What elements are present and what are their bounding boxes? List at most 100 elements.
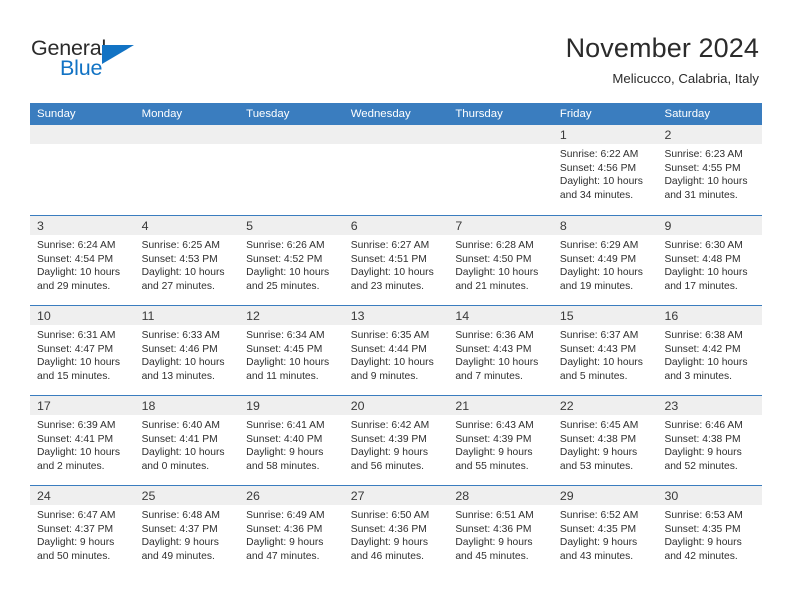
daylight-duration-line1: Daylight: 10 hours xyxy=(664,267,748,279)
daylight-duration-line1: Daylight: 10 hours xyxy=(559,176,643,188)
sunset-time: Sunset: 4:46 PM xyxy=(141,343,218,355)
daylight-duration-line2: and 11 minutes. xyxy=(246,370,319,382)
day-cell[interactable]: 23 Sunrise: 6:46 AM Sunset: 4:38 PM Dayligh… xyxy=(657,396,763,485)
day-number: 24 xyxy=(37,489,51,503)
day-details: Sunrise: 6:24 AM Sunset: 4:54 PM Daylight:… xyxy=(30,235,135,293)
weekday-header-friday: Friday xyxy=(559,108,592,120)
sunrise-time: Sunrise: 6:52 AM xyxy=(559,510,639,521)
daylight-duration-line1: Daylight: 10 hours xyxy=(141,267,225,279)
weekday-header-saturday: Saturday xyxy=(664,108,711,120)
day-details: Sunrise: 6:43 AM Sunset: 4:39 PM Daylight:… xyxy=(448,415,553,473)
sunrise-time: Sunrise: 6:34 AM xyxy=(246,330,325,341)
day-number: 26 xyxy=(246,489,260,503)
logo-text-blue: Blue xyxy=(60,56,103,80)
sunset-time: Sunset: 4:35 PM xyxy=(664,523,741,535)
day-cell[interactable]: 13 Sunrise: 6:35 AM Sunset: 4:44 PM Dayligh… xyxy=(343,306,449,395)
day-number: 28 xyxy=(455,489,470,503)
sunrise-time: Sunrise: 6:51 AM xyxy=(455,510,534,521)
sunset-time: Sunset: 4:45 PM xyxy=(246,343,323,355)
calendar-page: General Blue November 2024 Melicucco, Ca… xyxy=(0,0,792,612)
sunset-time: Sunset: 4:35 PM xyxy=(559,523,637,535)
day-details: Sunrise: 6:40 AM Sunset: 4:41 PM Daylight:… xyxy=(135,415,240,473)
sunrise-time: Sunrise: 6:38 AM xyxy=(664,330,743,341)
day-cell[interactable]: 12 Sunrise: 6:34 AM Sunset: 4:45 PM Dayligh… xyxy=(239,306,344,395)
day-cell[interactable]: 14 Sunrise: 6:36 AM Sunset: 4:43 PM Dayligh… xyxy=(448,306,553,395)
day-details: Sunrise: 6:46 AM Sunset: 4:38 PM Daylight:… xyxy=(657,415,762,473)
day-cell[interactable]: 1 Sunrise: 6:22 AM Sunset: 4:56 PM Daylight… xyxy=(552,125,658,215)
day-cell[interactable]: 11 Sunrise: 6:33 AM Sunset: 4:46 PM Dayligh… xyxy=(134,306,240,395)
day-cell[interactable]: 28 Sunrise: 6:51 AM Sunset: 4:36 PM Dayligh… xyxy=(448,486,553,575)
day-details: Sunrise: 6:41 AM Sunset: 4:40 PM Daylight:… xyxy=(239,415,344,473)
weekday-header-sunday: Sunday xyxy=(37,108,76,120)
sunset-time: Sunset: 4:36 PM xyxy=(350,523,427,535)
day-details: Sunrise: 6:30 AM Sunset: 4:48 PM Daylight:… xyxy=(657,235,762,293)
day-cell[interactable]: 4 Sunrise: 6:25 AM Sunset: 4:53 PM Daylight… xyxy=(134,216,240,305)
day-details: Sunrise: 6:37 AM Sunset: 4:43 PM Daylight:… xyxy=(553,325,658,383)
week-row: 10 Sunrise: 6:31 AM Sunset: 4:47 PM Dayligh… xyxy=(30,305,763,395)
daylight-duration-line1: Daylight: 10 hours xyxy=(455,267,539,279)
day-number-band xyxy=(343,125,449,144)
sunrise-time: Sunrise: 6:36 AM xyxy=(455,330,534,341)
day-details: Sunrise: 6:36 AM Sunset: 4:43 PM Daylight:… xyxy=(448,325,553,383)
day-cell[interactable]: 21 Sunrise: 6:43 AM Sunset: 4:39 PM Dayligh… xyxy=(448,396,553,485)
day-number: 30 xyxy=(664,489,679,503)
sunrise-time: Sunrise: 6:25 AM xyxy=(141,240,220,251)
day-number-band xyxy=(343,216,449,235)
day-cell[interactable]: 20 Sunrise: 6:42 AM Sunset: 4:39 PM Dayligh… xyxy=(343,396,449,485)
day-cell[interactable]: 3 Sunrise: 6:24 AM Sunset: 4:54 PM Daylight… xyxy=(30,216,135,305)
daylight-duration-line2: and 7 minutes. xyxy=(455,370,523,382)
day-details: Sunrise: 6:49 AM Sunset: 4:36 PM Daylight:… xyxy=(239,505,344,563)
daylight-duration-line1: Daylight: 10 hours xyxy=(559,267,643,279)
day-cell[interactable]: 15 Sunrise: 6:37 AM Sunset: 4:43 PM Dayligh… xyxy=(552,306,658,395)
week-row: 24 Sunrise: 6:47 AM Sunset: 4:37 PM Dayligh… xyxy=(30,485,763,575)
page-title: November 2024 xyxy=(565,33,759,63)
daylight-duration-line1: Daylight: 9 hours xyxy=(455,447,533,459)
title-block: November 2024 Melicucco, Calabria, Italy xyxy=(566,32,759,87)
day-details: Sunrise: 6:35 AM Sunset: 4:44 PM Daylight:… xyxy=(344,325,449,383)
daylight-duration-line1: Daylight: 9 hours xyxy=(559,447,638,459)
day-details: Sunrise: 6:29 AM Sunset: 4:49 PM Daylight:… xyxy=(553,235,658,293)
day-number-band xyxy=(134,125,240,144)
day-number: 8 xyxy=(559,219,567,233)
day-cell[interactable]: 19 Sunrise: 6:41 AM Sunset: 4:40 PM Dayligh… xyxy=(239,396,344,485)
sunrise-time: Sunrise: 6:43 AM xyxy=(455,420,534,431)
sunset-time: Sunset: 4:49 PM xyxy=(559,253,637,265)
daylight-duration-line1: Daylight: 9 hours xyxy=(246,447,324,459)
daylight-duration-line1: Daylight: 9 hours xyxy=(664,447,742,459)
day-cell-empty xyxy=(30,125,135,215)
daylight-duration-line1: Daylight: 9 hours xyxy=(350,447,429,459)
daylight-duration-line2: and 17 minutes. xyxy=(664,280,738,292)
daylight-duration-line2: and 52 minutes. xyxy=(664,460,738,472)
sunrise-time: Sunrise: 6:48 AM xyxy=(141,510,220,521)
day-number-band xyxy=(239,216,344,235)
logo-triangle-icon xyxy=(102,45,134,64)
day-cell[interactable]: 6 Sunrise: 6:27 AM Sunset: 4:51 PM Daylight… xyxy=(343,216,449,305)
day-details: Sunrise: 6:26 AM Sunset: 4:52 PM Daylight:… xyxy=(239,235,344,293)
day-cell[interactable]: 26 Sunrise: 6:49 AM Sunset: 4:36 PM Dayligh… xyxy=(239,486,344,575)
day-cell[interactable]: 24 Sunrise: 6:47 AM Sunset: 4:37 PM Dayligh… xyxy=(30,486,135,575)
day-cell[interactable]: 25 Sunrise: 6:48 AM Sunset: 4:37 PM Dayligh… xyxy=(134,486,240,575)
day-cell[interactable]: 27 Sunrise: 6:50 AM Sunset: 4:36 PM Dayligh… xyxy=(343,486,449,575)
day-number-band xyxy=(448,125,553,144)
day-cell[interactable]: 7 Sunrise: 6:28 AM Sunset: 4:50 PM Daylight… xyxy=(448,216,553,305)
day-cell[interactable]: 2 Sunrise: 6:23 AM Sunset: 4:55 PM Daylight… xyxy=(657,125,763,215)
day-number-band xyxy=(448,216,553,235)
daylight-duration-line2: and 15 minutes. xyxy=(37,370,111,382)
day-cell[interactable]: 8 Sunrise: 6:29 AM Sunset: 4:49 PM Daylight… xyxy=(552,216,658,305)
day-cell[interactable]: 29 Sunrise: 6:52 AM Sunset: 4:35 PM Dayligh… xyxy=(552,486,658,575)
sunrise-time: Sunrise: 6:31 AM xyxy=(37,330,116,341)
day-cell[interactable]: 16 Sunrise: 6:38 AM Sunset: 4:42 PM Dayligh… xyxy=(657,306,763,395)
day-cell[interactable]: 18 Sunrise: 6:40 AM Sunset: 4:41 PM Dayligh… xyxy=(134,396,240,485)
daylight-duration-line1: Daylight: 10 hours xyxy=(37,357,120,369)
day-cell[interactable]: 17 Sunrise: 6:39 AM Sunset: 4:41 PM Dayligh… xyxy=(30,396,135,485)
day-cell[interactable]: 22 Sunrise: 6:45 AM Sunset: 4:38 PM Dayligh… xyxy=(552,396,658,485)
general-blue-logo[interactable]: General Blue xyxy=(31,36,146,82)
day-cell[interactable]: 9 Sunrise: 6:30 AM Sunset: 4:48 PM Daylight… xyxy=(657,216,763,305)
day-cell[interactable]: 30 Sunrise: 6:53 AM Sunset: 4:35 PM Dayligh… xyxy=(657,486,763,575)
day-cell-empty xyxy=(134,125,240,215)
day-cell[interactable]: 5 Sunrise: 6:26 AM Sunset: 4:52 PM Daylight… xyxy=(239,216,344,305)
sunrise-time: Sunrise: 6:37 AM xyxy=(559,330,639,341)
daylight-duration-line1: Daylight: 10 hours xyxy=(350,267,434,279)
day-cell[interactable]: 10 Sunrise: 6:31 AM Sunset: 4:47 PM Dayligh… xyxy=(30,306,135,395)
day-number: 27 xyxy=(350,489,365,503)
